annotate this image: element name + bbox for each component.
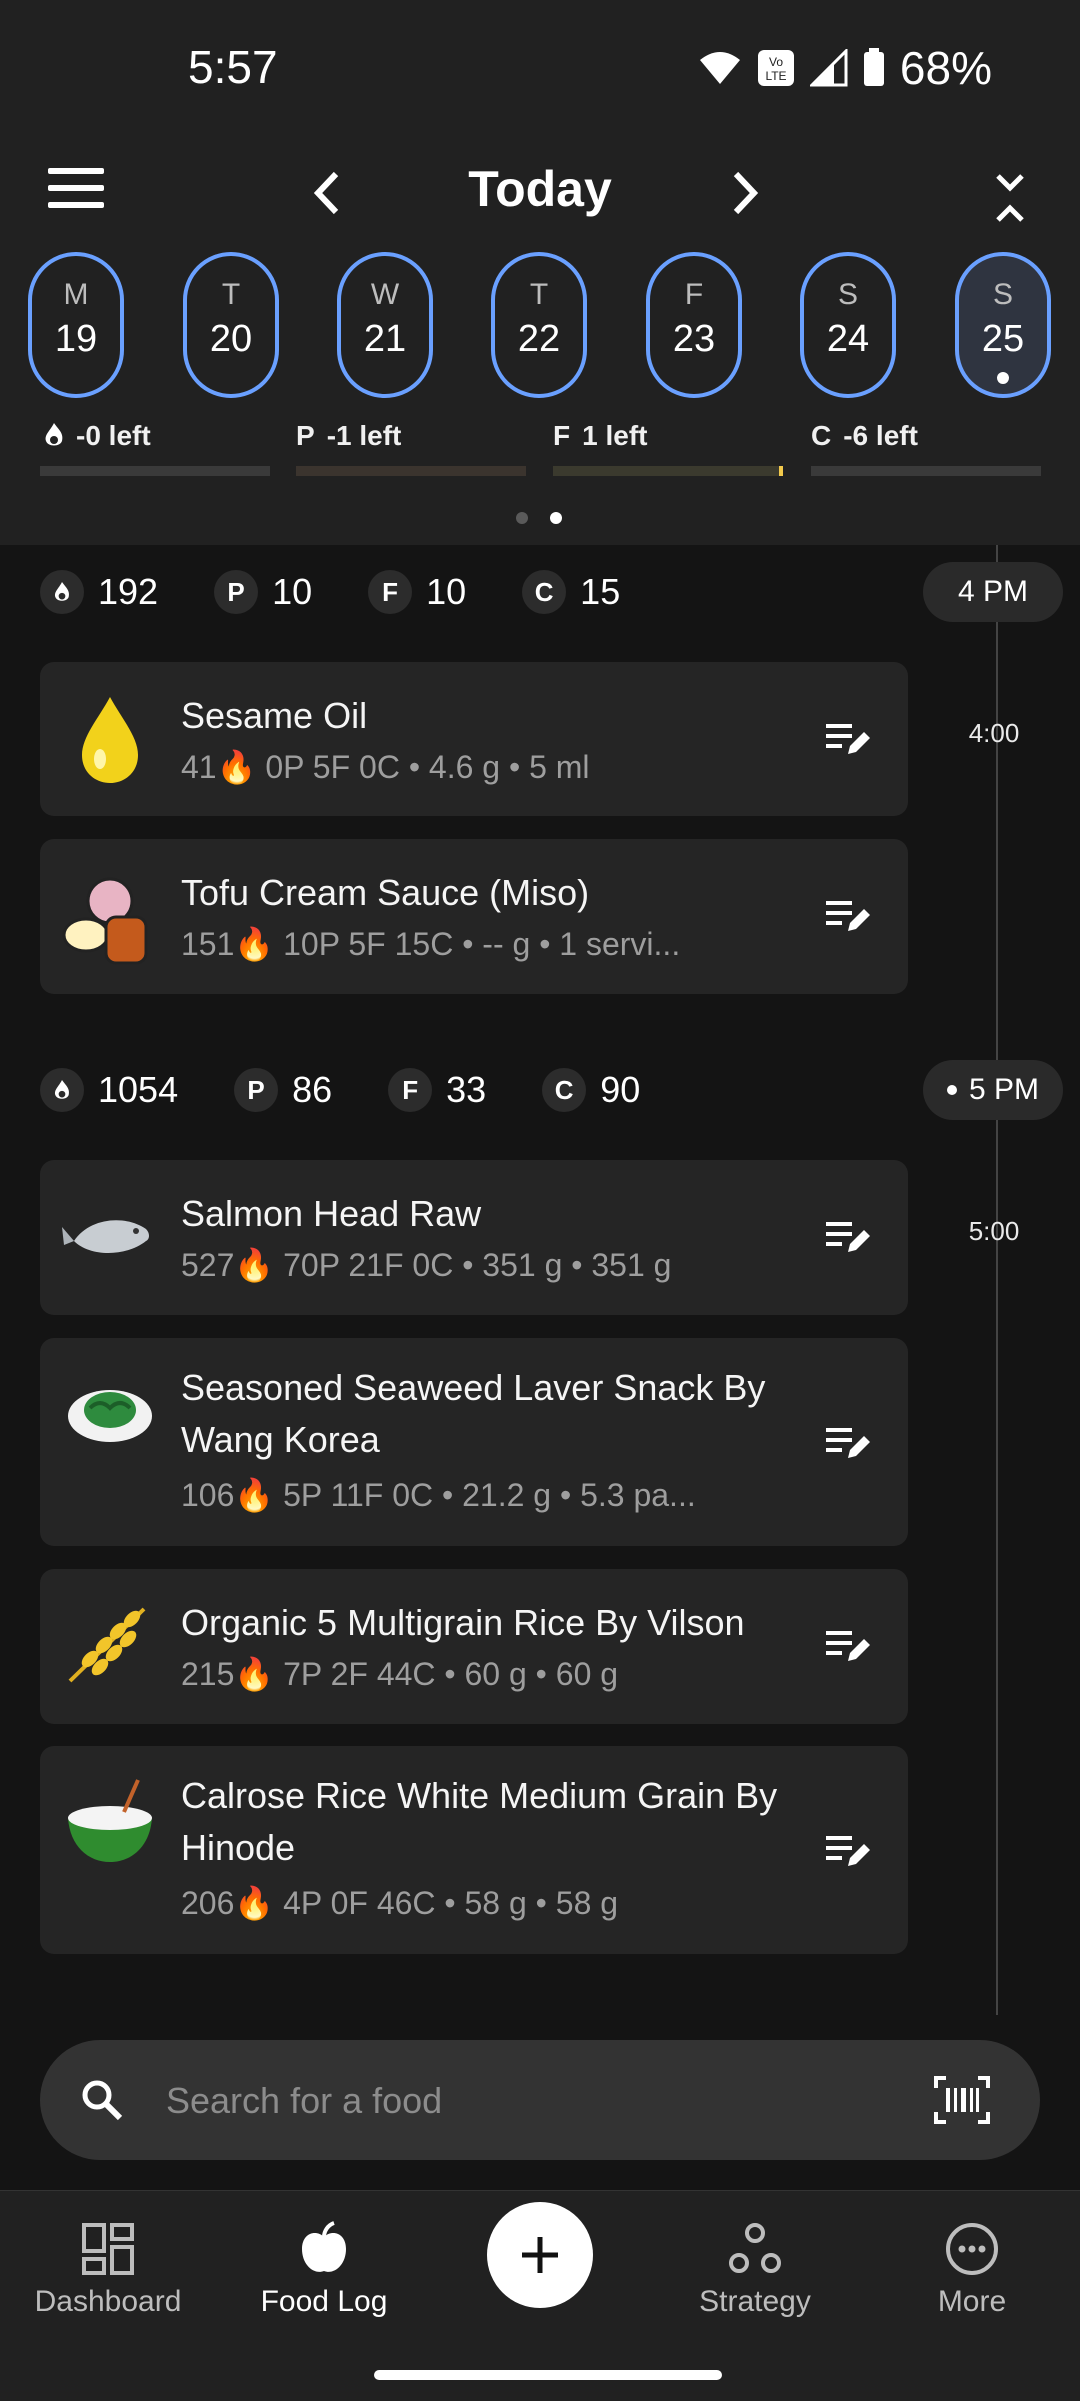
svg-text:Vo: Vo xyxy=(769,55,783,69)
oil-drop-icon xyxy=(82,697,138,783)
volte-icon: VoLTE xyxy=(757,50,794,86)
search-icon xyxy=(82,2080,123,2121)
fish-icon xyxy=(62,1220,149,1253)
day-sunday-selected[interactable]: S 25 xyxy=(955,252,1051,398)
food-entry-sesame-oil[interactable]: Sesame Oil 41🔥 0P 5F 0C • 4.6 g • 5 ml xyxy=(40,662,908,816)
page-title: Today xyxy=(468,161,612,217)
carbs-left: C -6 left xyxy=(811,420,918,451)
more-icon xyxy=(946,2223,998,2275)
status-icons: Vo LTE 68% xyxy=(698,40,992,96)
nav-food-log[interactable]: Food Log xyxy=(224,2221,424,2319)
carbs-badge: C xyxy=(542,1068,587,1112)
grain-icon xyxy=(68,1607,146,1683)
svg-text:LTE: LTE xyxy=(765,69,786,83)
home-indicator[interactable] xyxy=(374,2370,722,2380)
protein-progress-bar xyxy=(296,466,526,476)
strategy-icon xyxy=(729,2223,781,2273)
time-pill-4pm[interactable]: 4 PM xyxy=(923,562,1063,622)
barcode-scan-icon[interactable] xyxy=(934,2076,990,2124)
fat-left: F1 left xyxy=(553,420,648,451)
nav-more[interactable]: More xyxy=(872,2221,1072,2319)
carbs-progress-bar xyxy=(811,466,1041,476)
protein-badge: P xyxy=(234,1068,279,1112)
search-input[interactable] xyxy=(164,2040,928,2162)
time-pill-5pm[interactable]: 5 PM xyxy=(923,1060,1063,1120)
protein-badge: P xyxy=(214,570,259,614)
calorie-badge xyxy=(40,1068,84,1112)
battery-icon xyxy=(863,48,884,86)
group-5pm-totals: 1054 P 86 F 33 C 90 xyxy=(40,1060,696,1120)
sauce-icon xyxy=(62,877,148,965)
edit-note-icon[interactable] xyxy=(826,718,872,758)
edit-note-icon[interactable] xyxy=(826,1422,872,1462)
page-indicator-1[interactable] xyxy=(516,512,528,524)
food-entry-seaweed-snack[interactable]: Seasoned Seaweed Laver Snack By Wang Kor… xyxy=(40,1338,908,1546)
signal-icon xyxy=(809,49,848,87)
flame-icon xyxy=(45,423,63,446)
rice-bowl-icon xyxy=(68,1779,152,1862)
prev-day-button[interactable] xyxy=(312,170,342,228)
food-entry-salmon-head[interactable]: Salmon Head Raw 527🔥 70P 21F 0C • 351 g … xyxy=(40,1160,908,1315)
flame-icon xyxy=(55,582,69,601)
status-time: 5:57 xyxy=(188,41,278,93)
chevron-left-icon xyxy=(313,171,339,215)
day-friday[interactable]: F 23 xyxy=(646,252,742,398)
food-entry-multigrain-rice[interactable]: Organic 5 Multigrain Rice By Vilson 215🔥… xyxy=(40,1569,908,1724)
battery-level: 68% xyxy=(899,42,992,94)
edit-note-icon[interactable] xyxy=(826,1216,872,1256)
nav-dashboard[interactable]: Dashboard xyxy=(8,2221,208,2319)
timeline-line xyxy=(996,545,998,2015)
protein-left: P -1 left xyxy=(296,420,402,451)
page-indicator-2[interactable] xyxy=(550,512,562,524)
food-entry-calrose-rice[interactable]: Calrose Rice White Medium Grain By Hinod… xyxy=(40,1746,908,1954)
seaweed-icon xyxy=(68,1390,152,1442)
dashboard-icon xyxy=(82,2223,134,2275)
plus-icon xyxy=(522,2237,558,2273)
search-bar[interactable] xyxy=(40,2040,1040,2162)
menu-icon[interactable] xyxy=(48,168,104,212)
food-entry-tofu-cream-sauce[interactable]: Tofu Cream Sauce (Miso) 151🔥 10P 5F 15C … xyxy=(40,839,908,994)
collapse-icon[interactable] xyxy=(990,170,1030,226)
day-tuesday[interactable]: T 20 xyxy=(183,252,279,398)
add-food-button[interactable] xyxy=(487,2202,593,2308)
day-saturday[interactable]: S 24 xyxy=(800,252,896,398)
apple-icon xyxy=(302,2221,346,2272)
fat-badge: F xyxy=(368,570,413,614)
fat-progress-bar xyxy=(553,466,783,476)
next-day-button[interactable] xyxy=(730,170,760,228)
group-4pm-totals: 192 P 10 F 10 C 15 xyxy=(40,562,676,622)
time-mark-5: 5:00 xyxy=(968,1216,1020,1246)
carbs-badge: C xyxy=(522,570,567,614)
chevron-right-icon xyxy=(733,171,759,215)
edit-note-icon[interactable] xyxy=(826,895,872,935)
day-monday[interactable]: M 19 xyxy=(28,252,124,398)
wifi-icon xyxy=(699,52,740,84)
day-wednesday[interactable]: W 21 xyxy=(337,252,433,398)
calories-progress-bar xyxy=(40,466,270,476)
current-dot xyxy=(946,1085,957,1095)
day-thursday[interactable]: T 22 xyxy=(491,252,587,398)
fat-badge: F xyxy=(388,1068,433,1112)
today-dot xyxy=(997,372,1009,384)
flame-icon xyxy=(55,1080,69,1099)
nav-strategy[interactable]: Strategy xyxy=(655,2221,855,2319)
calories-left: -0 left xyxy=(42,420,151,452)
edit-note-icon[interactable] xyxy=(826,1830,872,1870)
edit-note-icon[interactable] xyxy=(826,1625,872,1665)
calorie-badge xyxy=(40,570,84,614)
time-mark-4: 4:00 xyxy=(968,718,1020,748)
